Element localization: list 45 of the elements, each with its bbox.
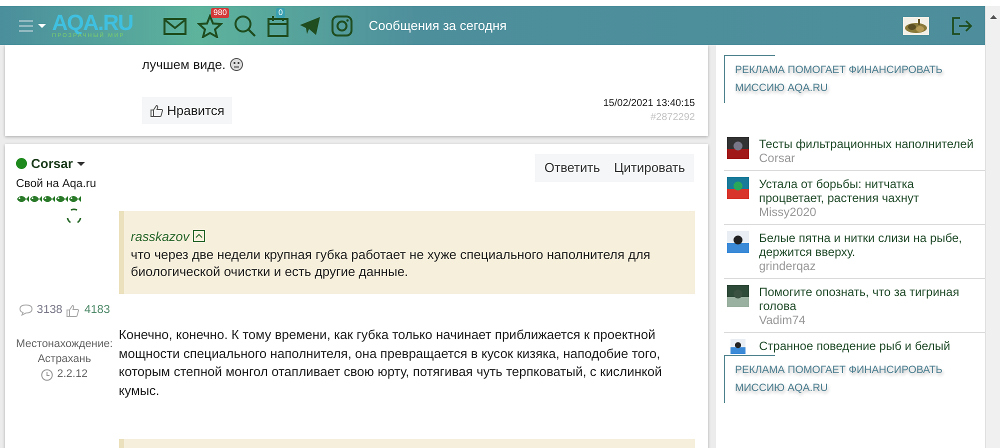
username[interactable]: Corsar <box>31 154 73 174</box>
chat-icon <box>18 304 33 316</box>
fish-icon <box>68 194 81 204</box>
like-count: 4183 <box>84 302 110 318</box>
paper-plane-icon[interactable] <box>298 16 321 36</box>
message-count: 3138 <box>36 302 62 318</box>
calendar-icon[interactable] <box>266 14 289 38</box>
star-icon[interactable] <box>196 14 223 38</box>
ad-notice: РЕКЛАМА ПОМОГАЕТ ФИНАНСИРОВАТЬ МИССИЮ AQA.RU <box>735 363 944 396</box>
location: Астрахань <box>36 352 92 367</box>
scrollbar[interactable] <box>985 6 1000 448</box>
camera-icon[interactable] <box>330 14 353 36</box>
quote-text: что через две недели крупная губка работает не хуже специального наполнителя для биологической очистки и есть другие данные. <box>130 246 652 280</box>
thumbs-up-icon <box>150 104 163 117</box>
post-text: лучшем виде. <box>142 56 226 74</box>
search-icon[interactable] <box>232 14 257 38</box>
like-button[interactable]: Нравится <box>142 96 232 124</box>
fish-icon <box>42 194 55 204</box>
topic-link[interactable]: Помогите опознать, что за тигриная голова <box>759 285 981 313</box>
badge: 0 <box>276 8 285 18</box>
fish-icon <box>16 194 29 204</box>
fish-icon <box>29 194 42 204</box>
user-title: Свой на Aqa.ru <box>16 176 98 192</box>
location-label: Местонахождение: <box>16 337 113 352</box>
quote-author[interactable]: rasskazov <box>130 226 190 246</box>
clock-icon <box>41 368 54 380</box>
caret-icon[interactable] <box>76 160 85 167</box>
logout-icon[interactable] <box>951 16 973 36</box>
mail-icon[interactable] <box>162 16 187 36</box>
topic-link[interactable]: Странное поведение рыб и белый <box>759 339 950 353</box>
ad-notice: РЕКЛАМА ПОМОГАЕТ ФИНАНСИРОВАТЬ МИССИЮ AQA.RU <box>735 63 944 96</box>
neutral-face-icon <box>230 58 243 72</box>
join-date: 2.2.12 <box>57 367 88 382</box>
jump-up-icon[interactable] <box>193 230 206 242</box>
spinner-icon <box>66 208 82 224</box>
menu-icon[interactable] <box>18 18 34 32</box>
thumbs-up-icon <box>66 304 80 317</box>
topic-link[interactable]: Тесты фильтрационных наполнителей <box>759 137 974 151</box>
fish-icon <box>55 194 68 204</box>
topic-link[interactable]: Белые пятна и нитки слизи на рыбе, держится вверху. <box>759 231 981 259</box>
topic-link[interactable]: Устала от борьбы: нитчатка процветает, растения чахнут <box>759 177 981 205</box>
nav-link[interactable]: Сообщения за сегодня <box>368 16 507 36</box>
post-text: Конечно, конечно. К тому времени, как губка только начинает приближается к проектной мощности специального наполнителя, она превращается в кусок кизяка, наподобие того, которым степной монгол отапливает свою юрту, потягивая чуть терпковатый, с кислинкой кумыс. <box>118 326 663 400</box>
post-date: 15/02/2021 13:40:15 <box>603 96 695 110</box>
badge: 980 <box>211 8 229 18</box>
